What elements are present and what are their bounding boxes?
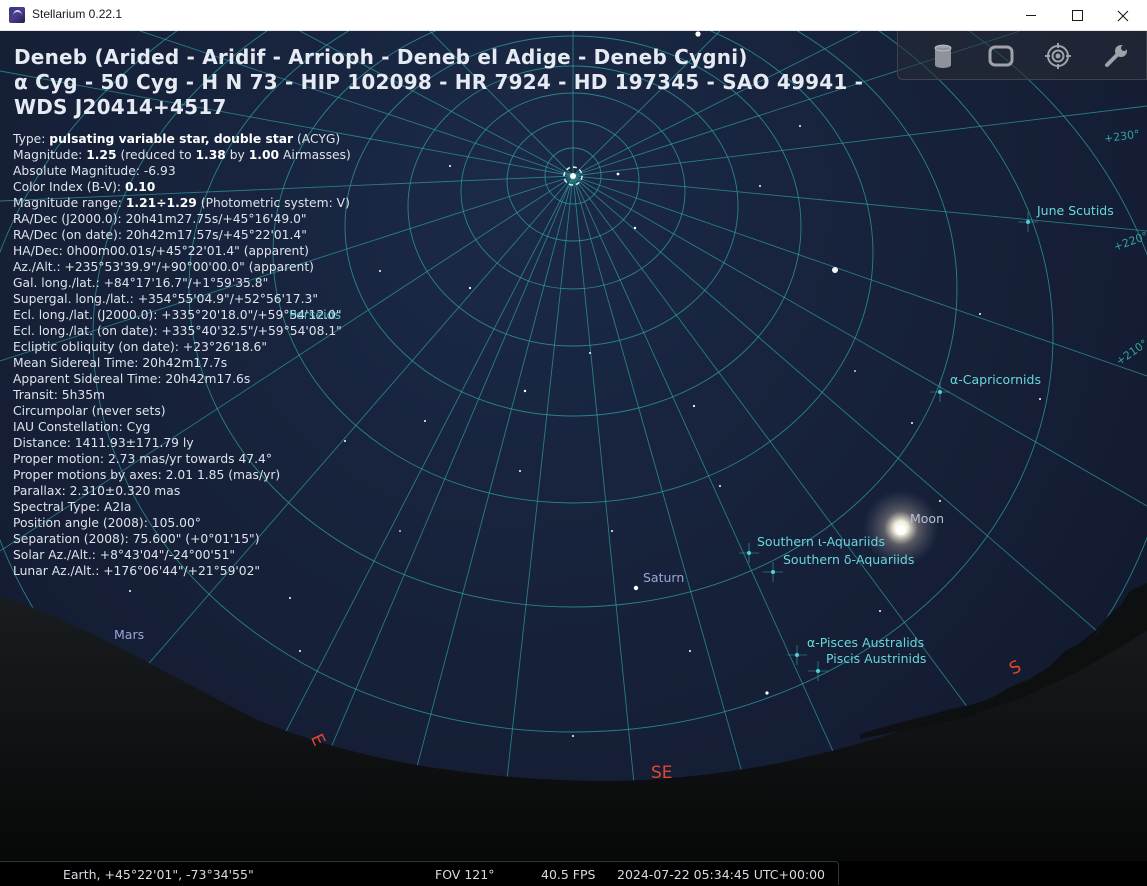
info-line: RA/Dec (J2000.0): 20h41m27.75s/+45°16'49… <box>13 212 307 226</box>
maximize-icon <box>1071 10 1083 21</box>
target-icon <box>1045 43 1071 69</box>
minimize-icon <box>1026 15 1036 16</box>
info-line: Proper motion: 2.73 mas/yr towards 47.4° <box>13 452 272 466</box>
planet-label-mars[interactable]: Mars <box>114 627 144 642</box>
info-line: Spectral Type: A2Ia <box>13 500 132 514</box>
info-line: Apparent Sidereal Time: 20h42m17.6s <box>13 372 251 386</box>
minimize-button[interactable] <box>1008 0 1054 31</box>
settings-button[interactable] <box>1101 41 1131 71</box>
sky-view[interactable]: Deneb (Arided - Aridif - Arrioph - Deneb… <box>0 31 1147 861</box>
landscape-horizon <box>0 591 1147 861</box>
window-titlebar[interactable]: Stellarium 0.22.1 <box>0 0 1147 31</box>
info-line: Lunar Az./Alt.: +176°06'44"/+21°59'02" <box>13 564 261 578</box>
object-title-line2: α Cyg - 50 Cyg - H N 73 - HIP 102098 - H… <box>14 70 864 94</box>
cardinal-southeast: SE <box>651 763 673 783</box>
status-datetime[interactable]: 2024-07-22 05:34:45 UTC+00:00 <box>617 867 825 882</box>
info-line: Gal. long./lat.: +84°17'16.7"/+1°59'35.8… <box>13 276 269 290</box>
database-button[interactable] <box>928 41 958 71</box>
planet-label-saturn[interactable]: Saturn <box>643 570 684 585</box>
database-icon <box>934 44 952 68</box>
meteor-label-capricornids[interactable]: α-Capricornids <box>950 372 1041 387</box>
info-line: Ecliptic obliquity (on date): +23°26'18.… <box>13 340 268 354</box>
meteor-label-piscis-austrinids[interactable]: Piscis Austrinids <box>826 651 926 666</box>
info-magnitude-range: Magnitude range: 1.21÷1.29 (Photometric … <box>13 196 350 210</box>
maximize-button[interactable] <box>1054 0 1100 31</box>
info-line: Solar Az./Alt.: +8°43'04"/-24°00'51" <box>13 548 236 562</box>
meteor-label-alpha-pisces-australids[interactable]: α-Pisces Australids <box>807 635 924 650</box>
info-line: Ecl. long./lat. (on date): +335°40'32.5"… <box>13 324 342 338</box>
info-type: Type: pulsating variable star, double st… <box>13 132 341 146</box>
info-absolute-magnitude: Absolute Magnitude: -6.93 <box>13 164 176 178</box>
stellarium-app-icon <box>9 7 25 23</box>
info-line: Separation (2008): 75.600" (+0°01'15") <box>13 532 260 546</box>
radiant-markers <box>747 220 1030 673</box>
info-line: Supergal. long./lat.: +354°55'04.9"/+52°… <box>13 292 319 306</box>
info-line: HA/Dec: 0h00m00.01s/+45°22'01.4" (appare… <box>13 244 309 258</box>
window-button[interactable] <box>986 41 1016 71</box>
wrench-icon <box>1105 45 1127 67</box>
info-line: Az./Alt.: +235°53'39.9"/+90°00'00.0" (ap… <box>13 260 314 274</box>
top-right-toolbar <box>897 31 1147 80</box>
object-title-line1: Deneb (Arided - Aridif - Arrioph - Deneb… <box>14 45 748 69</box>
info-magnitude: Magnitude: 1.25 (reduced to 1.38 by 1.00… <box>13 148 351 162</box>
info-line: Position angle (2008): 105.00° <box>13 516 201 530</box>
object-info-panel: Type: pulsating variable star, double st… <box>13 131 351 579</box>
info-line: IAU Constellation: Cyg <box>13 420 151 434</box>
status-panel: Earth, +45°22'01", -73°34'55" FOV 121° 4… <box>0 861 839 885</box>
moon-label[interactable]: Moon <box>910 511 944 526</box>
window-title: Stellarium 0.22.1 <box>32 7 123 21</box>
info-line: RA/Dec (on date): 20h42m17.57s/+45°22'01… <box>13 228 307 242</box>
info-color-index: Color Index (B-V): 0.10 <box>13 180 156 194</box>
meteor-label-southern-iota-aquariids[interactable]: Southern ι-Aquariids <box>757 534 885 549</box>
status-fov: FOV 121° <box>435 867 495 882</box>
radiant-rays <box>739 212 1038 681</box>
status-fps: 40.5 FPS <box>541 867 596 882</box>
meteor-label-june-scutids[interactable]: June Scutids <box>1037 203 1114 218</box>
info-line: Transit: 5h35m <box>13 388 106 402</box>
moon-disk <box>896 525 906 535</box>
close-icon <box>1117 10 1129 21</box>
info-line: Proper motions by axes: 2.01 1.85 (mas/y… <box>13 468 281 482</box>
close-button[interactable] <box>1100 0 1146 31</box>
object-title-line3: WDS J20414+4517 <box>14 95 227 119</box>
status-bar: Earth, +45°22'01", -73°34'55" FOV 121° 4… <box>0 861 1147 886</box>
info-line: Circumpolar (never sets) <box>13 404 166 418</box>
meteor-label-southern-delta-aquariids[interactable]: Southern δ-Aquariids <box>783 552 914 567</box>
info-line: Mean Sidereal Time: 20h42m17.7s <box>13 356 228 370</box>
window-icon <box>988 45 1014 67</box>
info-line: Distance: 1411.93±171.79 ly <box>13 436 194 450</box>
meteor-label-perseids[interactable]: Perseids <box>289 307 341 322</box>
info-line: Parallax: 2.310±0.320 mas <box>13 484 181 498</box>
status-location[interactable]: Earth, +45°22'01", -73°34'55" <box>63 867 254 882</box>
target-button[interactable] <box>1043 41 1073 71</box>
